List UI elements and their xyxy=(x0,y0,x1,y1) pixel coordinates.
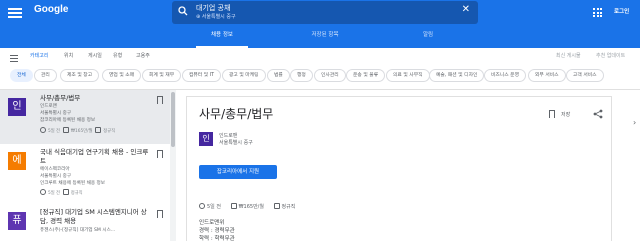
filter-tab-employer[interactable]: 고용주 xyxy=(136,52,150,59)
filter-tab-type[interactable]: 유형 xyxy=(113,52,122,59)
job-card[interactable]: 퓨 [정규직] 대기업 SM 시스템엔지니어 상담, 경력 채용 퓨젠스(주)-… xyxy=(0,204,170,241)
job-detail-panel: 사무/총무/법무 저장 인 인드로맨 서울특별시 중구 잡코리아에서 지원 5일… xyxy=(186,96,612,242)
job-type: 정규직 xyxy=(103,129,116,134)
bookmark-icon[interactable] xyxy=(157,210,163,221)
job-posted: 5일 전 xyxy=(48,129,61,134)
salary-icon xyxy=(62,127,69,133)
job-title: [정규직] 대기업 SM 시스템엔지니어 상담, 경력 채용 xyxy=(40,208,147,225)
company-avatar: 인 xyxy=(199,132,213,146)
job-location: 서울특별시 중구 xyxy=(40,111,72,116)
close-icon[interactable]: ✕ xyxy=(462,5,470,15)
tab-jobs[interactable]: 채용 정보 xyxy=(192,27,252,48)
scrollbar-thumb[interactable] xyxy=(171,92,175,147)
detail-body-line: 경력 : 경력무관 xyxy=(199,228,235,234)
chip-legal[interactable]: 법률 xyxy=(267,69,290,82)
job-location: 서울특별시 중구 xyxy=(40,174,72,179)
apply-button[interactable]: 잡코리아에서 지원 xyxy=(199,165,277,179)
chip-logistics[interactable]: 운송 및 물류 xyxy=(346,69,386,82)
chip-hr[interactable]: 인사관리 xyxy=(314,69,346,82)
detail-type: 정규직 xyxy=(281,204,296,210)
bookmark-icon[interactable] xyxy=(549,110,555,121)
menu-icon[interactable] xyxy=(8,8,22,18)
clock-icon xyxy=(40,189,46,195)
bookmark-icon[interactable] xyxy=(157,96,163,107)
tab-alerts[interactable]: 알림 xyxy=(398,27,458,48)
bookmark-icon[interactable] xyxy=(157,150,163,161)
job-posted: 5일 전 xyxy=(48,191,61,196)
chip-arts[interactable]: 예술, 패션 및 디자인 xyxy=(429,69,485,82)
briefcase-icon xyxy=(273,203,280,209)
google-logo[interactable]: Google xyxy=(34,4,68,15)
app-header: Google 대기업 공채 ⊕ 서울특별시 중구 ✕ 채용 정보 저장된 항목 … xyxy=(0,0,640,48)
search-query[interactable]: 대기업 공채 xyxy=(196,3,230,13)
tab-saved[interactable]: 저장된 항목 xyxy=(295,27,355,48)
apps-grid-icon[interactable] xyxy=(593,8,602,17)
filter-bar: 카테고리 위치 게시일 유형 고용주 최신 게시물 추천 업데이트 전체 관리 … xyxy=(0,48,640,127)
detail-company: 인드로맨 xyxy=(219,133,238,139)
job-list: 인 사무/총무/법무 인드로맨 서울특별시 중구 잡코리아에 등록된 채용 정보… xyxy=(0,90,176,241)
detail-salary: ₩165만/월 xyxy=(238,204,264,210)
clock-icon xyxy=(199,203,205,209)
chip-management[interactable]: 관리 xyxy=(34,69,57,82)
list-scrollbar[interactable] xyxy=(170,90,176,241)
detail-meta: 5일 전 ₩165만/월 정규직 xyxy=(199,203,303,210)
chevron-right-icon[interactable]: › xyxy=(633,118,636,127)
filter-tab-category[interactable]: 카테고리 xyxy=(30,52,48,59)
filter-tab-location[interactable]: 위치 xyxy=(64,52,73,59)
job-title: 국내 식음대기업 연구기획 채용 - 인크루트 xyxy=(40,148,149,165)
search-location[interactable]: ⊕ 서울특별시 중구 xyxy=(196,13,236,20)
chip-all[interactable]: 전체 xyxy=(10,69,33,82)
filter-recent[interactable]: 최신 게시물 xyxy=(556,52,581,59)
chip-admin[interactable]: 행정 xyxy=(290,69,313,82)
chip-business[interactable]: 비즈니스 운영 xyxy=(484,69,527,82)
chip-customer[interactable]: 고객 서비스 xyxy=(566,69,604,82)
company-avatar: 인 xyxy=(8,98,26,116)
top-tabs: 채용 정보 저장된 항목 알림 xyxy=(172,27,478,48)
detail-posted: 5일 전 xyxy=(207,204,221,210)
detail-title: 사무/총무/법무 xyxy=(199,107,274,121)
job-title: 사무/총무/법무 xyxy=(40,94,81,102)
job-company: 퓨젠스(주)-[정규직] 대기업 SM 시스... xyxy=(40,228,116,233)
share-icon[interactable] xyxy=(593,109,603,119)
salary-icon xyxy=(230,203,237,209)
chip-manufacturing[interactable]: 제조 및 창고 xyxy=(60,69,100,82)
filter-recommended[interactable]: 추천 업데이트 xyxy=(596,52,625,59)
job-type: 정규직 xyxy=(70,191,83,196)
chip-it[interactable]: 컴퓨터 및 IT xyxy=(182,69,222,82)
save-button[interactable]: 저장 xyxy=(561,111,570,118)
job-company: 인드로맨 xyxy=(40,104,57,109)
login-button[interactable]: 로그인 xyxy=(614,7,629,15)
job-card[interactable]: 인 사무/총무/법무 인드로맨 서울특별시 중구 잡코리아에 등록된 채용 정보… xyxy=(0,90,170,144)
company-avatar: 에 xyxy=(8,152,26,170)
job-company: 에이스펙코리아 xyxy=(40,167,70,172)
chip-medical[interactable]: 의료 및 사무직 xyxy=(386,69,430,82)
filter-icon[interactable] xyxy=(10,55,18,62)
job-meta: 5일 전 ₩165만/월 정규직 xyxy=(40,127,115,134)
search-icon xyxy=(178,6,188,16)
chip-external[interactable]: 외부 서비스 xyxy=(528,69,566,82)
job-source: 인크루트 채용에 등록된 채용 정보 xyxy=(40,181,106,186)
detail-body-line: 인드로맨위 xyxy=(199,220,225,226)
detail-location: 서울특별시 중구 xyxy=(219,140,253,146)
search-box[interactable]: 대기업 공채 ⊕ 서울특별시 중구 ✕ xyxy=(172,1,478,24)
job-card[interactable]: 에 국내 식음대기업 연구기획 채용 - 인크루트 에이스펙코리아 서울특별시 … xyxy=(0,144,170,198)
briefcase-icon xyxy=(95,127,102,133)
filter-tab-date[interactable]: 게시일 xyxy=(88,52,102,59)
job-meta: 5일 전 정규직 xyxy=(40,189,83,196)
chip-accounting[interactable]: 회계 및 재무 xyxy=(142,69,182,82)
briefcase-icon xyxy=(62,189,69,195)
chip-sales[interactable]: 영업 및 소매 xyxy=(102,69,142,82)
job-source: 잡코리아에 등록된 채용 정보 xyxy=(40,118,96,123)
company-avatar: 퓨 xyxy=(8,212,26,230)
job-salary: ₩165만/월 xyxy=(70,129,93,134)
chip-marketing[interactable]: 광고 및 마케팅 xyxy=(222,69,266,82)
clock-icon xyxy=(40,127,46,133)
